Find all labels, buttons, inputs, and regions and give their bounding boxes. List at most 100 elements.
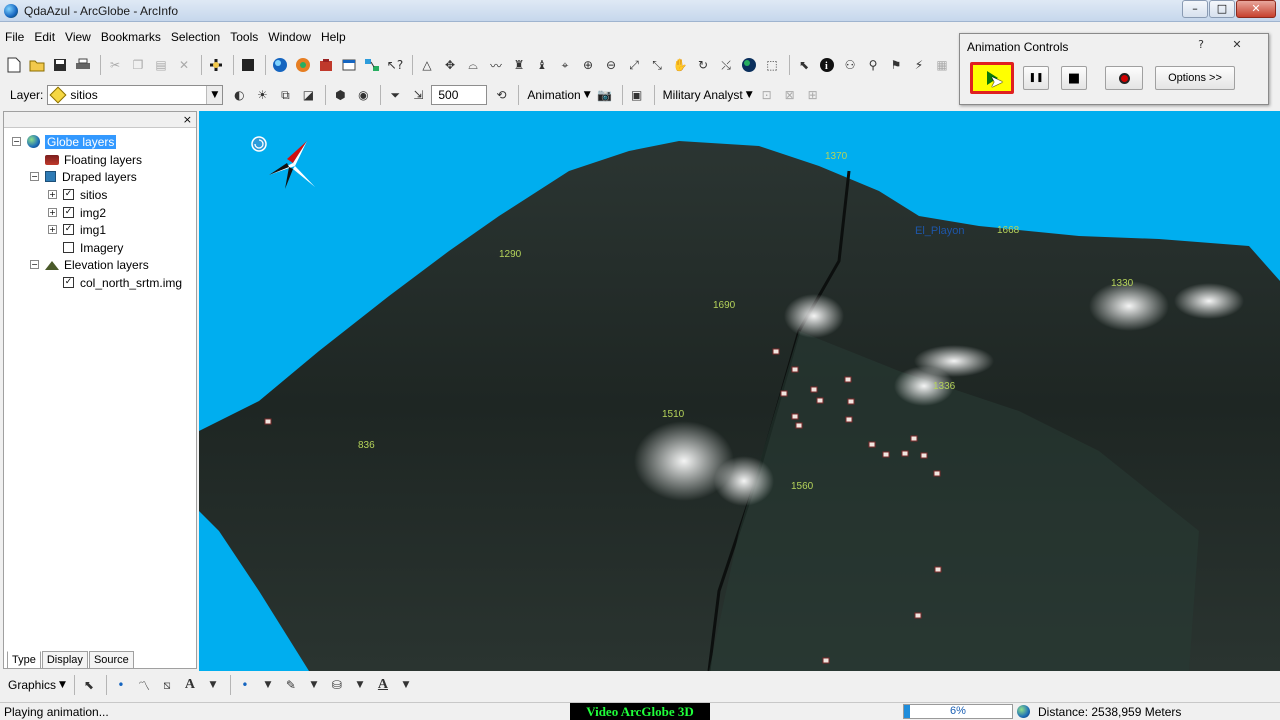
pause-button[interactable]: ❚❚ [1023,66,1049,90]
military-tool-2-icon[interactable]: ⊠ [780,85,800,105]
menu-edit[interactable]: Edit [29,26,60,48]
toc-row-col-north-srtm[interactable]: ✓ col_north_srtm.img [63,274,182,291]
tab-source[interactable]: Source [88,651,134,669]
menu-file[interactable]: File [0,26,29,48]
surface-view-icon[interactable]: ⬚ [762,55,782,75]
polygon-icon[interactable]: ⧅ [157,675,177,695]
delete-icon[interactable]: ✕ [174,55,194,75]
chevron-down-icon[interactable]: ▼ [396,675,416,695]
globe-properties-icon[interactable] [238,55,258,75]
layer-visibility-checkbox[interactable]: ✓ [63,207,74,218]
refresh-layer-icon[interactable]: ◉ [353,85,373,105]
toc-row-elevation-layers[interactable]: − Elevation layers [30,256,149,273]
chevron-down-icon[interactable]: ▼ [304,675,324,695]
close-icon[interactable]: ✕ [1228,37,1246,53]
zoom-out-icon[interactable]: ⊖ [601,55,621,75]
scale-input[interactable]: 500 [431,85,488,105]
animation-menu-button[interactable]: Animation ▼ [523,88,594,102]
toc-row-img1[interactable]: + ✓ img1 [48,221,106,238]
point-marker-icon[interactable]: • [111,675,131,695]
zoom-to-target-icon[interactable]: ♝ [532,55,552,75]
brightness-icon[interactable]: ☀ [252,85,272,105]
model-builder-icon[interactable] [362,55,382,75]
pan-hand-icon[interactable]: ✋ [670,55,690,75]
flicker-icon[interactable]: ◪ [298,85,318,105]
marker-color-icon[interactable]: • [235,675,255,695]
polyline-icon[interactable]: 〽 [134,675,154,695]
globe-view-icon[interactable] [739,55,759,75]
north-arrow-icon[interactable]: ⤯ [716,55,736,75]
feature-cache-icon[interactable]: ⬢ [330,85,350,105]
layer-visibility-checkbox[interactable]: ✓ [63,189,74,200]
font-color-icon[interactable]: A [373,675,393,695]
measure-icon[interactable]: ⚑ [886,55,906,75]
toc-row-draped-layers[interactable]: − Draped layers [30,168,137,185]
print-icon[interactable] [73,55,93,75]
center-on-target-icon[interactable]: ♜ [509,55,529,75]
lower-icon[interactable]: ⏷ [385,85,405,105]
select-elements-icon[interactable]: ⬉ [79,675,99,695]
copy-icon[interactable]: ❐ [128,55,148,75]
toc-row-img2[interactable]: + ✓ img2 [48,204,106,221]
chevron-down-icon[interactable]: ▼ [258,675,278,695]
rotate-icon[interactable]: ⟲ [491,85,511,105]
collapse-icon[interactable]: − [30,172,39,181]
help-icon[interactable]: ? [1192,37,1210,53]
target-icon[interactable]: 〰 [486,55,506,75]
expand-icon[interactable]: + [48,190,57,199]
maximize-button[interactable]: □ [1209,0,1235,18]
fill-color-icon[interactable]: ⛁ [327,675,347,695]
graphics-menu-button[interactable]: Graphics ▼ [4,678,70,692]
menu-selection[interactable]: Selection [166,26,225,48]
capture-view-icon[interactable]: 📷 [595,85,615,105]
toc-row-floating-layers[interactable]: Floating layers [45,151,142,168]
paste-icon[interactable]: ▤ [151,55,171,75]
pan-navigate-icon[interactable]: ✥ [440,55,460,75]
layer-visibility-checkbox[interactable]: ✓ [63,224,74,235]
zoom-selected-icon[interactable]: ⤡ [647,55,667,75]
open-animation-controls-icon[interactable]: ▣ [627,85,647,105]
fly-icon[interactable]: ⌓ [463,55,483,75]
zoom-in-icon[interactable]: ⊕ [578,55,598,75]
close-button[interactable]: ✕ [1236,0,1276,18]
ruler-icon[interactable]: ⇲ [408,85,428,105]
toc-row-globe-layers[interactable]: − Globe layers [12,133,117,150]
arctoolbox-icon[interactable] [316,55,336,75]
military-analyst-menu-button[interactable]: Military Analyst ▼ [659,88,757,102]
whats-this-icon[interactable]: ↖? [385,55,405,75]
text-icon[interactable]: A [180,675,200,695]
collapse-icon[interactable]: − [12,137,21,146]
new-document-icon[interactable] [4,55,24,75]
catalog-icon[interactable] [339,55,359,75]
save-icon[interactable] [50,55,70,75]
open-folder-icon[interactable] [27,55,47,75]
cut-icon[interactable]: ✂ [105,55,125,75]
record-button[interactable] [1105,66,1143,90]
collapse-icon[interactable]: − [30,260,39,269]
globe-service-icon[interactable] [270,55,290,75]
binoculars-icon[interactable]: ⚇ [840,55,860,75]
stop-button[interactable]: ■ [1061,66,1087,90]
line-color-icon[interactable]: ✎ [281,675,301,695]
menu-bookmarks[interactable]: Bookmarks [96,26,166,48]
globe-display[interactable]: 1290 1690 1510 836 1560 1668 1336 1330 1… [199,111,1280,671]
layer-visibility-checkbox[interactable] [63,242,74,253]
tab-type[interactable]: Type [7,651,41,669]
military-tool-3-icon[interactable]: ⊞ [803,85,823,105]
set-observer-icon[interactable]: ⌖ [555,55,575,75]
tab-display[interactable]: Display [41,651,88,669]
swipe-icon[interactable]: ⧉ [275,85,295,105]
menu-help[interactable]: Help [316,26,351,48]
menu-view[interactable]: View [60,26,96,48]
layers-icon[interactable] [293,55,313,75]
toc-row-sitios[interactable]: + ✓ sitios [48,186,107,203]
chevron-down-icon[interactable]: ▼ [203,675,223,695]
toc-close-icon[interactable]: × [183,112,192,128]
navigate-icon[interactable]: △ [417,55,437,75]
minimize-button[interactable]: – [1182,0,1208,18]
expand-icon[interactable]: + [48,208,57,217]
identify-icon[interactable]: i [817,55,837,75]
add-data-icon[interactable] [206,55,226,75]
hyperlink-icon[interactable]: ⚡ [909,55,929,75]
menu-window[interactable]: Window [263,26,316,48]
